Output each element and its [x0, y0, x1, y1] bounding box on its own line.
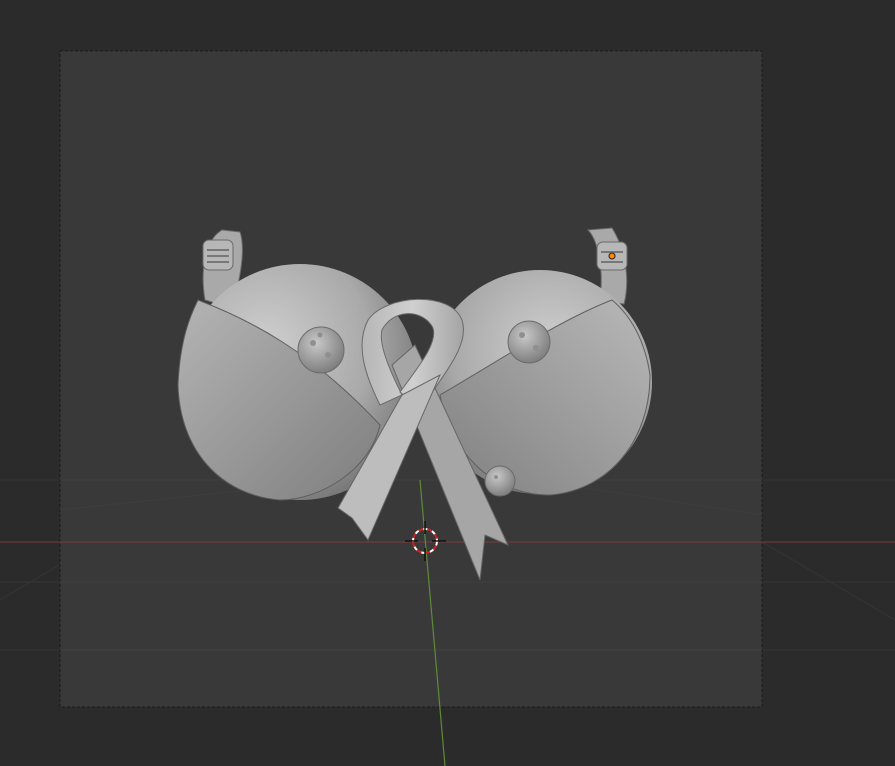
- viewport-canvas[interactable]: [0, 0, 895, 766]
- tumor-lump-small[interactable]: [484, 465, 516, 497]
- tumor-lump-left[interactable]: [297, 326, 345, 374]
- object-origin-marker: [608, 252, 616, 260]
- 3d-viewport[interactable]: [0, 0, 895, 766]
- tumor-lump-right[interactable]: [507, 320, 551, 364]
